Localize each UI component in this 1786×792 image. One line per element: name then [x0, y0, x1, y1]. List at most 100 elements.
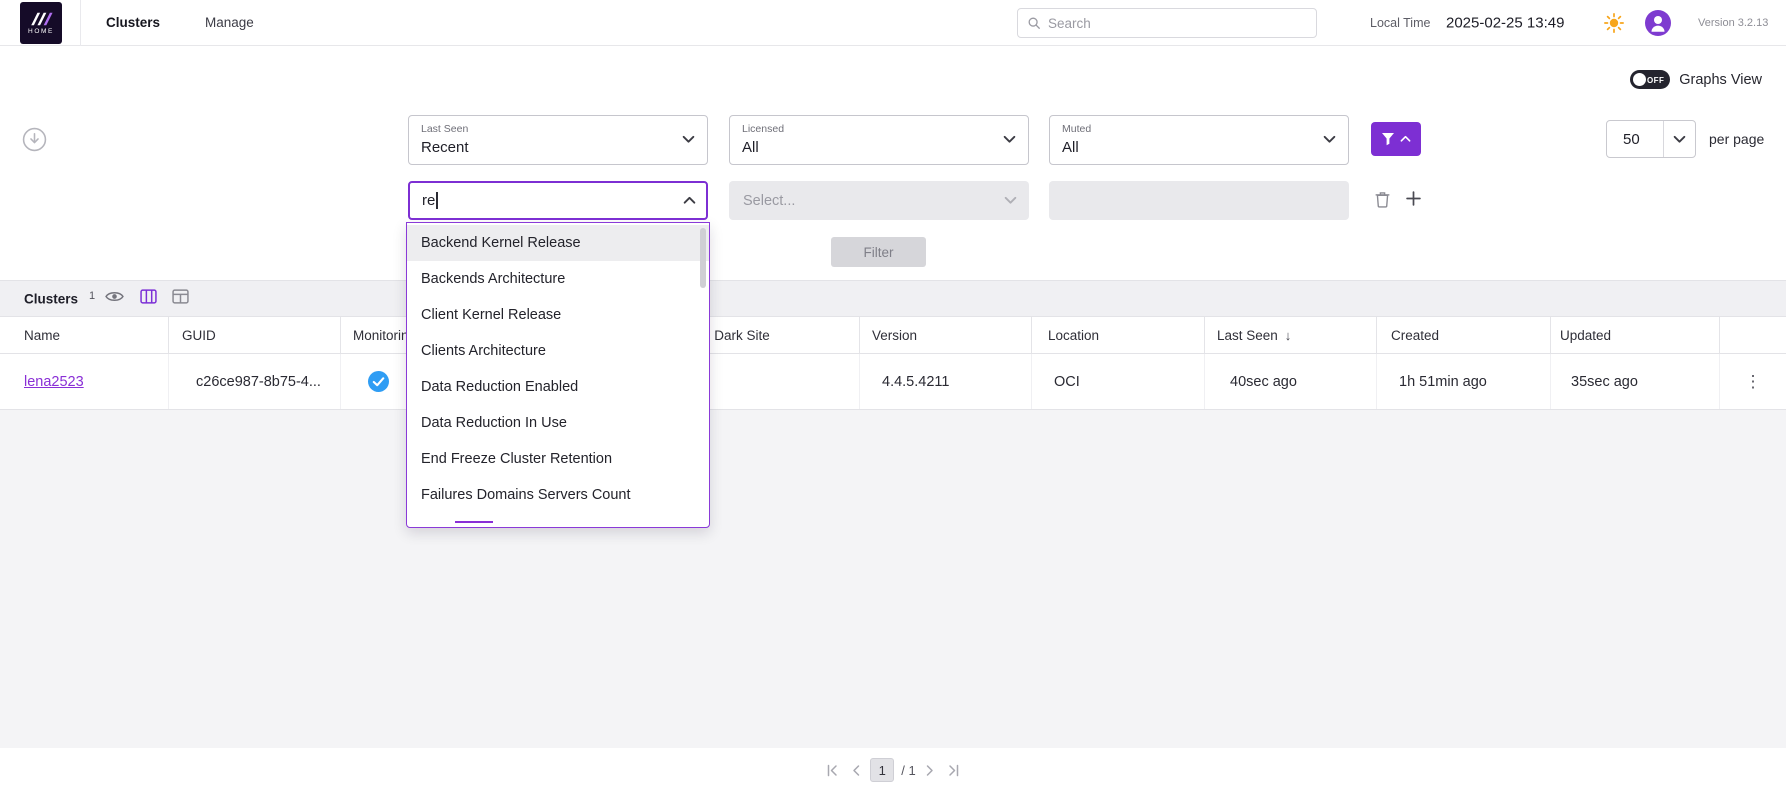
- last-seen-value: Recent: [421, 139, 469, 156]
- licensed-value: All: [742, 139, 759, 156]
- logo-home-label: HOME: [28, 28, 54, 35]
- cluster-name-link[interactable]: lena2523: [24, 374, 84, 390]
- filter-panel-toggle-button[interactable]: [1371, 122, 1421, 156]
- table-header-row: Name GUID Monitoring Is Dark Site Versio…: [0, 317, 1786, 354]
- column-header-updated[interactable]: Updated: [1551, 317, 1720, 353]
- chevron-up-icon[interactable]: [683, 192, 696, 210]
- muted-select[interactable]: Muted All: [1049, 115, 1349, 165]
- chevron-down-icon: [1003, 131, 1016, 149]
- last-seen-header-label: Last Seen: [1217, 328, 1278, 343]
- last-page-icon[interactable]: [944, 762, 962, 779]
- suggestion-item[interactable]: Data Reduction Enabled: [407, 369, 709, 405]
- filter-field-suggestions: Backend Kernel Release Backends Architec…: [406, 222, 710, 528]
- local-time-value: 2025-02-25 13:49: [1446, 14, 1564, 31]
- version-cell: 4.4.5.4211: [860, 354, 1032, 409]
- column-header-name[interactable]: Name: [0, 317, 169, 353]
- eye-icon[interactable]: [105, 290, 124, 308]
- logo-glyph-icon: [28, 11, 54, 27]
- per-page-label: per page: [1709, 131, 1764, 147]
- column-header-last-seen[interactable]: Last Seen ↓: [1205, 317, 1377, 353]
- column-header-version[interactable]: Version: [860, 317, 1032, 353]
- nav-item-manage[interactable]: Manage: [205, 0, 254, 46]
- column-header-created[interactable]: Created: [1377, 317, 1551, 353]
- column-header-location[interactable]: Location: [1032, 317, 1205, 353]
- suggestion-item[interactable]: Data Reduction In Use: [407, 405, 709, 441]
- filter-extra-input-disabled: [1049, 181, 1349, 220]
- local-time-label: Local Time: [1370, 16, 1430, 30]
- chevron-down-icon: [682, 131, 695, 149]
- first-page-icon[interactable]: [824, 762, 842, 779]
- search-input[interactable]: [1048, 16, 1316, 31]
- chevron-up-icon: [1400, 135, 1411, 143]
- text-caret: [436, 192, 438, 209]
- value-select-placeholder: Select...: [743, 193, 1004, 209]
- updated-cell: 35sec ago: [1551, 354, 1720, 409]
- section-title: Clusters: [24, 291, 78, 306]
- per-page-value: 50: [1607, 121, 1663, 157]
- cluster-guid-cell: c26ce987-8b75-4...: [169, 354, 341, 409]
- clusters-section-bar: Clusters 1: [0, 280, 1786, 317]
- last-seen-cell: 40sec ago: [1205, 354, 1377, 409]
- suggestion-item[interactable]: Backend Kernel Release: [407, 225, 709, 261]
- scrollbar-thumb[interactable]: [700, 228, 706, 288]
- footer: 1 / 1: [0, 748, 1786, 792]
- download-icon[interactable]: [22, 127, 47, 157]
- licensed-label: Licensed: [742, 123, 784, 135]
- filter-value-select-disabled: Select...: [729, 181, 1029, 220]
- last-seen-select[interactable]: Last Seen Recent: [408, 115, 708, 165]
- theme-sun-icon[interactable]: [1604, 13, 1624, 38]
- suggestion-item[interactable]: Client Kernel Release: [407, 297, 709, 333]
- monitored-check-icon: [368, 371, 389, 392]
- filter-field-combobox[interactable]: re: [408, 181, 708, 220]
- search-icon: [1027, 16, 1041, 30]
- add-filter-row-button[interactable]: [1406, 191, 1421, 209]
- row-actions-menu-icon[interactable]: ⋮: [1720, 372, 1786, 392]
- suggestion-item[interactable]: Clients Architecture: [407, 333, 709, 369]
- cluster-count-badge: 1: [89, 290, 95, 302]
- toggle-state-label: OFF: [1647, 76, 1664, 85]
- muted-label: Muted: [1062, 123, 1091, 135]
- remove-filter-row-button[interactable]: [1374, 190, 1391, 211]
- funnel-icon: [1381, 132, 1395, 146]
- current-page-box[interactable]: 1: [870, 758, 894, 782]
- apply-filter-button[interactable]: Filter: [831, 237, 926, 267]
- dark-site-cell: [688, 354, 860, 409]
- toggle-knob: [1633, 73, 1646, 86]
- previous-page-icon[interactable]: [849, 762, 863, 779]
- combobox-query: re: [422, 192, 435, 209]
- chevron-down-icon: [1323, 131, 1336, 149]
- chevron-down-icon: [1663, 121, 1695, 157]
- per-page-select[interactable]: 50: [1606, 120, 1696, 158]
- created-cell: 1h 51min ago: [1377, 354, 1551, 409]
- global-search[interactable]: [1017, 8, 1317, 38]
- table-row[interactable]: lena2523 c26ce987-8b75-4... 4.4.5.4211 O…: [0, 354, 1786, 410]
- version-label: Version 3.2.13: [1698, 17, 1768, 29]
- graphs-view-toggle[interactable]: OFF: [1630, 70, 1670, 89]
- nav-item-clusters[interactable]: Clusters: [106, 0, 160, 46]
- location-cell: OCI: [1032, 354, 1205, 409]
- plus-icon: [1406, 191, 1421, 206]
- home-logo[interactable]: HOME: [20, 2, 62, 44]
- column-header-guid[interactable]: GUID: [169, 317, 341, 353]
- next-page-icon[interactable]: [923, 762, 937, 779]
- suggestion-item[interactable]: End Freeze Cluster Retention: [407, 441, 709, 477]
- top-bar: HOME Clusters Manage Local Time 2025-02-…: [0, 0, 1786, 46]
- user-avatar[interactable]: [1645, 10, 1671, 41]
- chevron-down-icon: [1004, 192, 1017, 210]
- muted-value: All: [1062, 139, 1079, 156]
- clipped-suggestion-underline: [455, 521, 493, 523]
- graphs-view-control: OFF Graphs View: [1630, 70, 1762, 89]
- columns-icon[interactable]: [140, 289, 157, 309]
- export-table-icon[interactable]: [172, 289, 189, 309]
- column-header-is-dark-site[interactable]: Is Dark Site: [688, 317, 860, 353]
- trash-icon: [1374, 190, 1391, 208]
- suggestion-item[interactable]: Failures Domains Servers Count: [407, 477, 709, 513]
- nav-divider: [80, 0, 81, 46]
- licensed-select[interactable]: Licensed All: [729, 115, 1029, 165]
- last-seen-label: Last Seen: [421, 123, 468, 135]
- suggestion-item[interactable]: Backends Architecture: [407, 261, 709, 297]
- sort-descending-icon: ↓: [1285, 328, 1292, 343]
- pagination: 1 / 1: [824, 758, 961, 782]
- column-header-actions: [1720, 317, 1786, 353]
- content-background: [0, 410, 1786, 748]
